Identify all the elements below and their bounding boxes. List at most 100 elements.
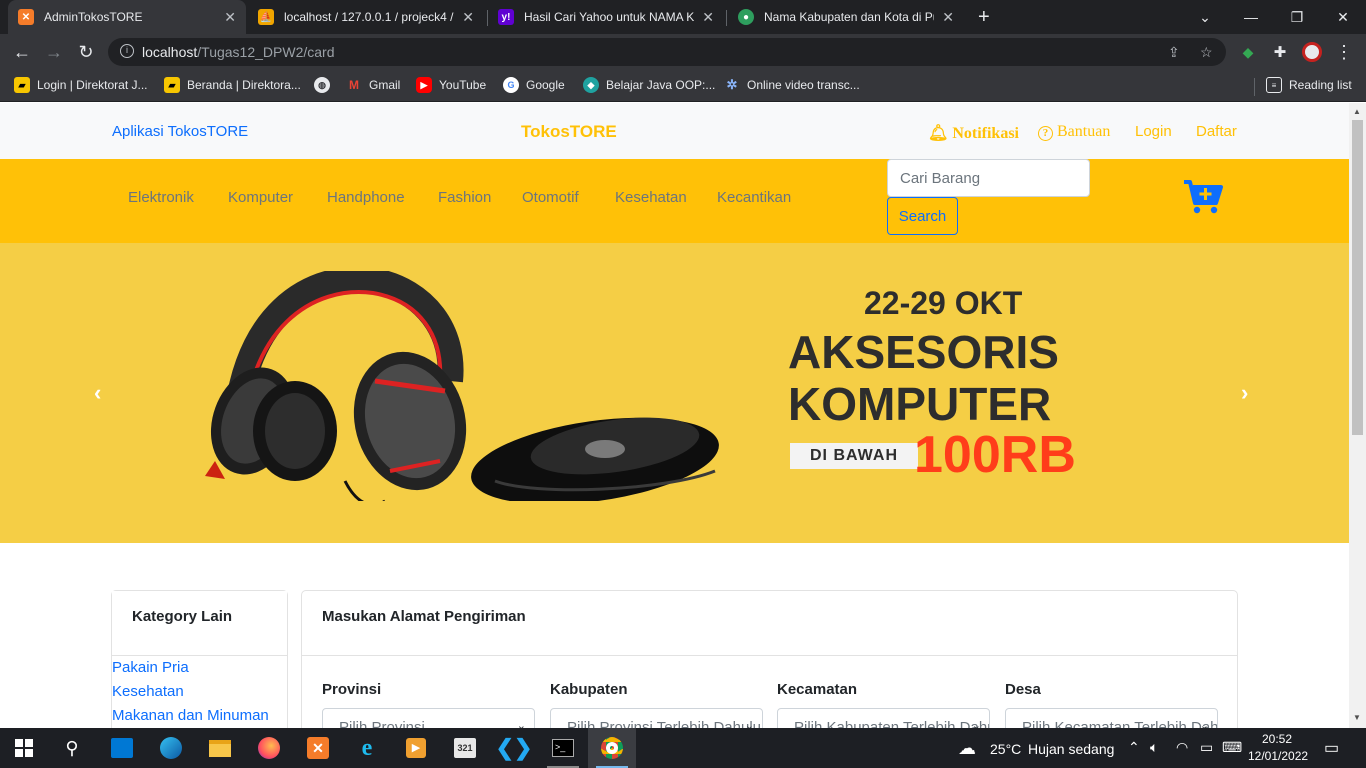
menu-kebab-icon[interactable]: ⋮ (1332, 40, 1356, 64)
scroll-down-icon[interactable]: ▼ (1353, 713, 1361, 722)
close-icon[interactable]: ✕ (462, 9, 474, 26)
tab-yahoo[interactable]: y! Hasil Cari Yahoo untuk NAMA KA... ✕ (488, 0, 724, 34)
restore-icon[interactable]: ❐ (1274, 0, 1320, 34)
sidebar-link-makanan-minuman[interactable]: Makanan dan Minuman (112, 704, 287, 728)
extension-icon[interactable]: ◆ (1236, 40, 1260, 64)
category-komputer[interactable]: Komputer (228, 189, 293, 206)
share-icon[interactable]: ⇪ (1168, 44, 1180, 61)
kecamatan-select[interactable]: Pilih Kabupaten Terlebih Dahulu ⌄ (777, 708, 990, 728)
language-icon[interactable]: ⌨ (1222, 739, 1242, 756)
cart-plus-icon[interactable] (1183, 179, 1223, 215)
site-info-icon[interactable]: i (120, 44, 134, 58)
url-host: localhost (142, 44, 198, 60)
reading-list-button[interactable]: ≡ Reading list (1266, 77, 1352, 93)
weather-temperature[interactable]: 25°C (990, 741, 1021, 757)
reload-icon[interactable]: ↻ (74, 40, 98, 64)
sidebar-link-kesehatan[interactable]: Kesehatan (112, 680, 287, 704)
tab-search-icon[interactable]: ⌄ (1182, 0, 1228, 34)
clock-time[interactable]: 20:52 (1262, 732, 1292, 746)
kabupaten-select[interactable]: Pilih Provinsi Terlebih Dahulu ⌄ (550, 708, 763, 728)
internet-explorer-icon[interactable]: e (343, 728, 391, 768)
notifikasi-link[interactable]: 🔔︎ Notifikasi (928, 123, 1019, 143)
terminal-icon[interactable]: >_ (539, 728, 587, 768)
file-explorer-icon[interactable] (196, 728, 244, 768)
carousel-next-icon[interactable]: › (1241, 380, 1248, 406)
scroll-up-icon[interactable]: ▲ (1353, 107, 1361, 116)
forward-icon[interactable]: → (42, 40, 66, 64)
back-icon[interactable]: ← (10, 40, 34, 64)
login-link[interactable]: Login (1135, 123, 1172, 140)
minimize-icon[interactable]: — (1228, 0, 1274, 34)
store-icon[interactable] (98, 728, 146, 768)
extensions-puzzle-icon[interactable]: ✚ (1268, 40, 1292, 64)
media-player-icon[interactable]: ▶ (392, 728, 440, 768)
close-icon[interactable]: ✕ (942, 9, 954, 26)
bookmark-youtube[interactable]: ▶ YouTube (416, 77, 486, 93)
search-button[interactable]: Search (887, 197, 958, 235)
category-kesehatan[interactable]: Kesehatan (615, 189, 687, 206)
notification-center-icon[interactable]: ▭ (1324, 738, 1339, 758)
tab-nama-kabupaten[interactable]: ● Nama Kabupaten dan Kota di Pul... ✕ (728, 0, 964, 34)
brand-left-link[interactable]: Aplikasi TokosTORE (112, 123, 248, 140)
category-elektronik[interactable]: Elektronik (128, 189, 194, 206)
page-scrollbar[interactable]: ▲ ▼ (1349, 103, 1366, 728)
address-bar[interactable]: i localhost/Tugas12_DPW2/card ⇪ ☆ (108, 38, 1226, 66)
bookmark-online-video[interactable]: ✲ Online video transc... (724, 77, 860, 93)
weather-description[interactable]: Hujan sedang (1028, 741, 1114, 757)
site-top-nav: Aplikasi TokosTORE TokosTORE 🔔︎ Notifika… (0, 103, 1349, 159)
sidebar-link-pakain-pria[interactable]: Pakain Pria (112, 656, 287, 680)
promo-price: 100RB (914, 426, 1076, 484)
brand-center-link[interactable]: TokosTORE (521, 122, 617, 142)
bookmark-star-icon[interactable]: ☆ (1200, 44, 1213, 61)
category-fashion[interactable]: Fashion (438, 189, 491, 206)
bookmark-login-direktorat[interactable]: ▰ Login | Direktorat J... (14, 77, 148, 93)
search-icon[interactable]: ⚲ (48, 728, 96, 768)
reading-list-icon: ≡ (1266, 77, 1282, 93)
shipping-address-card: Masukan Alamat Pengiriman Provinsi Pilih… (301, 590, 1238, 728)
close-window-icon[interactable]: ✕ (1320, 0, 1366, 34)
scrollbar-thumb[interactable] (1352, 120, 1363, 435)
windows-taskbar: ⚲ ✕ e ▶ 321 ❮❯ >_ ☁ 25°C Hujan sedang ⌃ … (0, 728, 1366, 768)
vscode-icon[interactable]: ❮❯ (490, 728, 538, 768)
wifi-icon[interactable]: ◠ (1176, 739, 1188, 756)
bantuan-link[interactable]: ? Bantuan (1038, 123, 1110, 141)
page-viewport: Aplikasi TokosTORE TokosTORE 🔔︎ Notifika… (0, 103, 1349, 728)
tab-phpmyadmin[interactable]: ⛵ localhost / 127.0.0.1 / projeck4 / ...… (248, 0, 484, 34)
search-input[interactable]: Cari Barang (887, 159, 1090, 197)
firefox-icon[interactable] (245, 728, 293, 768)
provinsi-select[interactable]: Pilih Provinsi ⌄ (322, 708, 535, 728)
daftar-link[interactable]: Daftar (1196, 123, 1237, 140)
clock-date[interactable]: 12/01/2022 (1248, 749, 1308, 763)
carousel-prev-icon[interactable]: ‹ (94, 380, 101, 406)
bookmark-gmail[interactable]: M Gmail (346, 77, 400, 93)
bookmark-favicon-icon: ▰ (14, 77, 30, 93)
xampp-icon[interactable]: ✕ (294, 728, 342, 768)
new-tab-button[interactable]: + (978, 6, 990, 29)
chrome-icon[interactable] (588, 728, 636, 768)
kabupaten-field: Kabupaten Pilih Provinsi Terlebih Dahulu… (550, 681, 763, 728)
bookmark-globe[interactable]: ◍ (314, 77, 337, 93)
bookmark-belajar-java[interactable]: ◆ Belajar Java OOP:... (583, 77, 715, 93)
close-icon[interactable]: ✕ (702, 9, 714, 26)
desa-label: Desa (1005, 681, 1041, 698)
close-icon[interactable]: ✕ (224, 9, 236, 26)
phpmyadmin-icon: ⛵ (258, 9, 274, 25)
chevron-down-icon: ⌄ (516, 720, 526, 728)
bookmark-beranda-direktorat[interactable]: ▰ Beranda | Direktora... (164, 77, 301, 93)
desa-select[interactable]: Pilih Kecamatan Terlebih Dahulu ⌄ (1005, 708, 1218, 728)
category-handphone[interactable]: Handphone (327, 189, 405, 206)
start-button[interactable] (0, 728, 48, 768)
globe-icon: ● (738, 9, 754, 25)
app-icon[interactable]: 321 (441, 728, 489, 768)
tab-admintokostore[interactable]: ✕ AdminTokosTORE ✕ (8, 0, 246, 34)
edge-icon[interactable] (147, 728, 195, 768)
chevron-up-icon[interactable]: ⌃ (1128, 739, 1140, 756)
category-bar: Elektronik Komputer Handphone Fashion Ot… (0, 159, 1349, 243)
headset-mouse-image (205, 271, 719, 501)
category-otomotif[interactable]: Otomotif (522, 189, 579, 206)
category-kecantikan[interactable]: Kecantikan (717, 189, 791, 206)
battery-icon[interactable]: ▭ (1200, 739, 1213, 756)
bookmark-google[interactable]: G Google (503, 77, 565, 93)
profile-avatar[interactable] (1300, 40, 1324, 64)
speaker-icon[interactable]: 🔈︎ (1150, 739, 1158, 756)
